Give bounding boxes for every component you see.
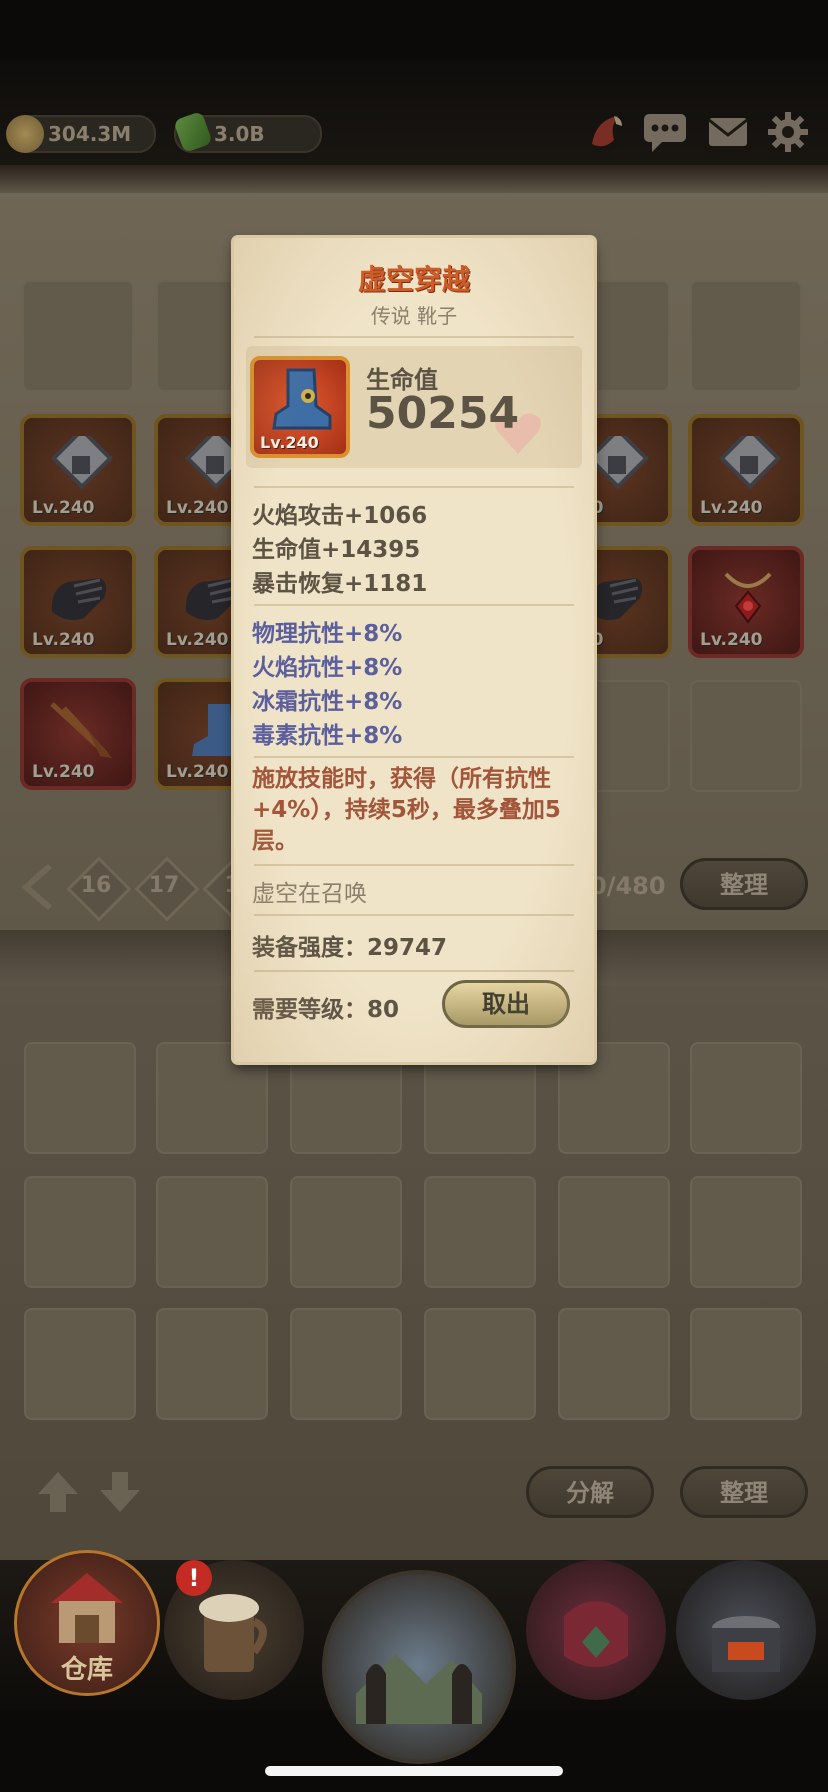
storage-slot[interactable] — [24, 1308, 136, 1420]
gold-counter[interactable]: 304.3M — [6, 115, 156, 153]
stat-line: 生命值+14395 — [252, 537, 421, 563]
forge-icon — [712, 1616, 780, 1672]
divider — [254, 756, 574, 758]
item-level: Lv.240 — [166, 762, 229, 782]
gold-coin-icon — [6, 115, 44, 153]
item-rarity-type: 传说 靴子 — [370, 304, 458, 328]
nav-forge[interactable] — [676, 1560, 816, 1700]
resist-line: 毒素抗性+8% — [252, 723, 403, 749]
resist-line: 火焰抗性+8% — [252, 655, 403, 681]
gear-icon[interactable] — [766, 110, 810, 154]
page-17[interactable]: 17 — [137, 866, 191, 906]
gem-frame-icon — [718, 436, 782, 490]
storage-slot[interactable] — [424, 1308, 536, 1420]
nav-hero[interactable] — [526, 1560, 666, 1700]
item-icon-frame: Lv.240 — [250, 356, 350, 458]
amulet-icon — [724, 572, 772, 624]
empty-slot[interactable] — [690, 680, 802, 792]
item-level: Lv.240 — [260, 433, 319, 452]
sort-button-bottom[interactable]: 整理 — [680, 1466, 808, 1518]
spear-icon — [50, 702, 112, 758]
set-name: 虚空在召唤 — [252, 881, 367, 907]
boot-icon — [272, 368, 332, 430]
empty-slot[interactable] — [22, 280, 134, 392]
gear-power: 装备强度：29747 — [252, 935, 448, 961]
horn-icon[interactable] — [584, 110, 628, 154]
chat-icon[interactable] — [642, 110, 688, 154]
inventory-item[interactable]: Lv.240 — [688, 546, 804, 658]
decompose-button[interactable]: 分解 — [526, 1466, 654, 1518]
required-level: 需要等级：80 — [252, 997, 400, 1023]
inventory-item[interactable]: Lv.240 — [20, 414, 136, 526]
item-level: Lv.240 — [700, 630, 763, 650]
item-level: Lv.240 — [32, 630, 95, 650]
arrow-down-icon[interactable] — [96, 1468, 144, 1516]
nav-tavern[interactable]: ! — [164, 1560, 304, 1700]
helmet-shield-icon — [564, 1601, 628, 1667]
gem-frame-icon — [50, 436, 114, 490]
divider — [254, 914, 574, 916]
nav-warehouse[interactable]: 仓库 — [14, 1550, 160, 1696]
passive-effect: 施放技能时，获得（所有抗性+4%），持续5秒，最多叠加5层。 — [252, 766, 561, 854]
portal-icon — [356, 1654, 482, 1724]
inventory-item[interactable]: Lv.240 — [688, 414, 804, 526]
divider — [254, 486, 574, 488]
take-out-button[interactable]: 取出 — [442, 980, 570, 1028]
storage-slot[interactable] — [690, 1176, 802, 1288]
gold-amount: 304.3M — [48, 122, 132, 146]
storage-slot[interactable] — [558, 1176, 670, 1288]
gem-amount: 3.0B — [214, 122, 265, 146]
storage-slot[interactable] — [690, 1308, 802, 1420]
item-name: 虚空穿越 — [357, 263, 470, 296]
storage-slot[interactable] — [24, 1176, 136, 1288]
storage-slot[interactable] — [690, 1042, 802, 1154]
item-level: Lv.240 — [32, 498, 95, 518]
storage-slot[interactable] — [156, 1308, 268, 1420]
divider — [254, 604, 574, 606]
warehouse-icon — [51, 1573, 123, 1643]
gem-counter[interactable]: 3.0B — [173, 110, 322, 154]
divider — [254, 970, 574, 972]
page-16[interactable]: 16 — [69, 866, 123, 906]
storage-slot[interactable] — [558, 1308, 670, 1420]
divider — [254, 336, 574, 338]
inventory-item[interactable]: Lv.240 — [20, 678, 136, 790]
mail-icon[interactable] — [706, 110, 750, 154]
tavern-mug-icon — [199, 1594, 267, 1672]
alert-badge: ! — [176, 1560, 212, 1596]
empty-slot[interactable] — [690, 280, 802, 392]
storage-slot[interactable] — [156, 1176, 268, 1288]
game-scene: 304.3M 3.0B Lv.240 Lv.240 240 Lv.240 — [0, 0, 828, 1792]
nav-label-warehouse: 仓库 — [60, 1655, 113, 1685]
stat-line: 火焰攻击+1066 — [252, 503, 428, 529]
storage-slot[interactable] — [424, 1176, 536, 1288]
nav-portal[interactable] — [322, 1570, 516, 1764]
resist-line: 冰霜抗性+8% — [252, 689, 403, 715]
prev-page-arrow[interactable] — [20, 862, 54, 912]
capacity-counter: 0/480 — [590, 872, 666, 900]
home-indicator — [265, 1766, 563, 1776]
item-level: Lv.240 — [32, 762, 95, 782]
sort-button-top[interactable]: 整理 — [680, 858, 808, 910]
arrow-up-icon[interactable] — [34, 1468, 82, 1516]
resist-line: 物理抗性+8% — [252, 621, 403, 647]
item-level: Lv.240 — [166, 630, 229, 650]
gauntlet-icon — [51, 578, 107, 620]
stat-line: 暴击恢复+1181 — [252, 571, 428, 597]
item-level: Lv.240 — [700, 498, 763, 518]
storage-slot[interactable] — [24, 1042, 136, 1154]
main-stat-value: 50254 — [366, 388, 520, 439]
storage-slot[interactable] — [290, 1308, 402, 1420]
item-tooltip: 虚空穿越 传说 靴子 Lv.240 生命值 50254 火焰攻击+1066 生命… — [234, 238, 594, 1062]
item-level: Lv.240 — [166, 498, 229, 518]
inventory-item[interactable]: Lv.240 — [20, 546, 136, 658]
divider — [254, 864, 574, 866]
storage-slot[interactable] — [290, 1176, 402, 1288]
